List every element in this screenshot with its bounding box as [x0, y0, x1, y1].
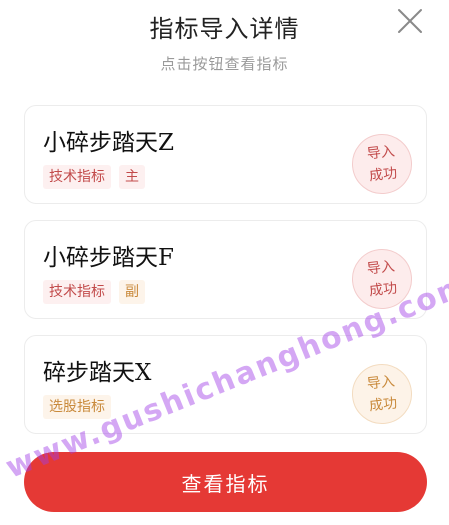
close-button[interactable]	[394, 5, 426, 37]
import-status-badge: 导入 成功	[349, 131, 415, 197]
page-title: 指标导入详情	[149, 15, 300, 43]
indicator-name: 小碎步踏天Z	[43, 130, 174, 156]
close-icon	[398, 9, 422, 33]
indicator-name: 碎步踏天X	[43, 360, 152, 386]
indicator-tags: 技术指标 副	[43, 280, 153, 304]
indicator-tags: 技术指标 主	[43, 165, 153, 189]
indicator-card[interactable]: 小碎步踏天Z 技术指标 主 导入 成功	[24, 105, 427, 204]
indicator-position-tag: 副	[119, 280, 145, 304]
indicator-name: 小碎步踏天F	[43, 245, 174, 271]
page-subtitle: 点击按钮查看指标	[160, 55, 289, 73]
indicator-type-tag: 技术指标	[43, 165, 111, 189]
status-line-2: 成功	[368, 165, 398, 185]
import-status-badge: 导入 成功	[349, 246, 415, 312]
indicator-list: 小碎步踏天Z 技术指标 主 导入 成功 小碎步踏天F 技术指标 副 导入 成功 …	[24, 105, 427, 450]
status-line-1: 导入	[366, 143, 396, 163]
indicator-card[interactable]: 小碎步踏天F 技术指标 副 导入 成功	[24, 220, 427, 319]
status-line-1: 导入	[366, 373, 396, 393]
status-line-2: 成功	[368, 280, 398, 300]
view-indicators-button[interactable]: 查看指标	[24, 452, 427, 512]
indicator-type-tag: 技术指标	[43, 280, 111, 304]
import-status-badge: 导入 成功	[349, 361, 415, 427]
indicator-position-tag: 主	[119, 165, 145, 189]
dialog-header: 指标导入详情 点击按钮查看指标	[0, 0, 449, 90]
indicator-type-tag: 选股指标	[43, 395, 111, 419]
indicator-tags: 选股指标	[43, 395, 119, 419]
status-line-2: 成功	[368, 395, 398, 415]
indicator-card[interactable]: 碎步踏天X 选股指标 导入 成功	[24, 335, 427, 434]
status-line-1: 导入	[366, 258, 396, 278]
